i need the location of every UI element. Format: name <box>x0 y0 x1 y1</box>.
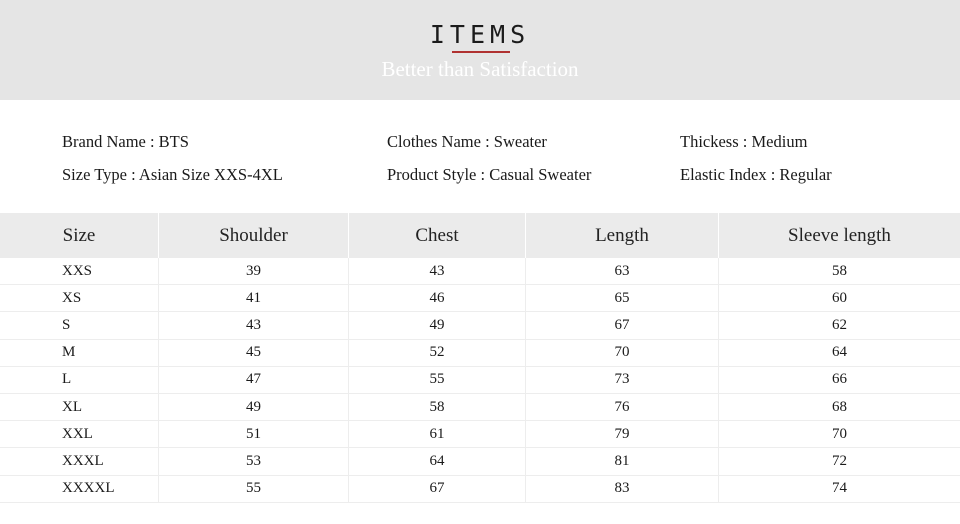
info-elastic-index: Elastic Index : Regular <box>680 165 832 184</box>
cell-chest: 46 <box>348 285 525 312</box>
info-column-clothes: Clothes Name : Sweater Product Style : C… <box>387 100 591 191</box>
cell-shoulder: 45 <box>158 339 348 366</box>
cell-length: 67 <box>525 312 718 339</box>
cell-sleeve-length: 72 <box>718 448 960 475</box>
cell-size: L <box>62 371 72 388</box>
cell-shoulder: 39 <box>158 258 348 285</box>
cell-shoulder: 51 <box>158 421 348 448</box>
info-column-material: Thickess : Medium Elastic Index : Regula… <box>680 100 832 191</box>
cell-sleeve-length: 64 <box>718 339 960 366</box>
column-header-shoulder: Shoulder <box>158 213 348 258</box>
column-header-sleeve-length: Sleeve length <box>718 213 960 258</box>
cell-size: XXS <box>62 262 93 279</box>
column-header-chest: Chest <box>348 213 525 258</box>
cell-size: XL <box>62 398 82 415</box>
size-table: Size Shoulder Chest Length Sleeve length… <box>0 213 960 503</box>
cell-size: XS <box>62 289 82 306</box>
info-product-style: Product Style : Casual Sweater <box>387 165 592 184</box>
cell-sleeve-length: 58 <box>718 258 960 285</box>
cell-shoulder: 43 <box>158 312 348 339</box>
cell-sleeve-length: 62 <box>718 312 960 339</box>
info-brand-name: Brand Name : BTS <box>62 132 189 151</box>
table-row: XS 41 46 65 60 <box>0 285 960 313</box>
table-row: XXL 51 61 79 70 <box>0 421 960 449</box>
cell-chest: 58 <box>348 393 525 421</box>
cell-sleeve-length: 60 <box>718 285 960 312</box>
info-clothes-name: Clothes Name : Sweater <box>387 132 547 151</box>
cell-length: 76 <box>525 393 718 421</box>
table-row: XL 49 58 76 68 <box>0 393 960 422</box>
info-column-brand: Brand Name : BTS Size Type : Asian Size … <box>62 100 283 191</box>
cell-length: 63 <box>525 258 718 285</box>
cell-size: XXL <box>62 425 93 442</box>
cell-size: XXXL <box>62 452 104 469</box>
cell-shoulder: 47 <box>158 366 348 393</box>
column-header-length: Length <box>525 213 718 258</box>
cell-chest: 43 <box>348 258 525 285</box>
cell-chest: 55 <box>348 366 525 393</box>
table-row: XXXL 53 64 81 72 <box>0 448 960 476</box>
title-underline-rule <box>452 51 510 53</box>
cell-chest: 64 <box>348 448 525 475</box>
cell-length: 65 <box>525 285 718 312</box>
table-row: M 45 52 70 64 <box>0 339 960 367</box>
table-row: XXS 39 43 63 58 <box>0 258 960 286</box>
cell-sleeve-length: 70 <box>718 421 960 448</box>
banner-subtitle: Better than Satisfaction <box>381 57 579 81</box>
page-title: ITEMS <box>429 20 531 49</box>
table-row: XXXXL 55 67 83 74 <box>0 475 960 503</box>
table-row: S 43 49 67 62 <box>0 312 960 340</box>
cell-shoulder: 53 <box>158 448 348 475</box>
cell-length: 79 <box>525 421 718 448</box>
cell-size: S <box>62 316 71 333</box>
cell-length: 83 <box>525 475 718 502</box>
cell-length: 70 <box>525 339 718 366</box>
size-chart-page: ITEMS Better than Satisfaction Brand Nam… <box>0 0 960 524</box>
banner: ITEMS Better than Satisfaction <box>0 0 960 100</box>
cell-sleeve-length: 74 <box>718 475 960 502</box>
info-thickness: Thickess : Medium <box>680 132 808 151</box>
cell-shoulder: 55 <box>158 475 348 502</box>
cell-shoulder: 41 <box>158 285 348 312</box>
cell-size: XXXXL <box>62 480 115 497</box>
info-size-type: Size Type : Asian Size XXS-4XL <box>62 165 283 184</box>
product-info: Brand Name : BTS Size Type : Asian Size … <box>0 100 960 213</box>
cell-chest: 49 <box>348 312 525 339</box>
cell-length: 81 <box>525 448 718 475</box>
table-row: L 47 55 73 66 <box>0 366 960 394</box>
cell-chest: 52 <box>348 339 525 366</box>
cell-size: M <box>62 344 76 361</box>
column-header-size: Size <box>62 224 96 246</box>
cell-chest: 61 <box>348 421 525 448</box>
cell-length: 73 <box>525 366 718 393</box>
cell-shoulder: 49 <box>158 393 348 421</box>
cell-sleeve-length: 66 <box>718 366 960 393</box>
cell-sleeve-length: 68 <box>718 393 960 421</box>
cell-chest: 67 <box>348 475 525 502</box>
table-header-row: Size Shoulder Chest Length Sleeve length <box>0 213 960 258</box>
